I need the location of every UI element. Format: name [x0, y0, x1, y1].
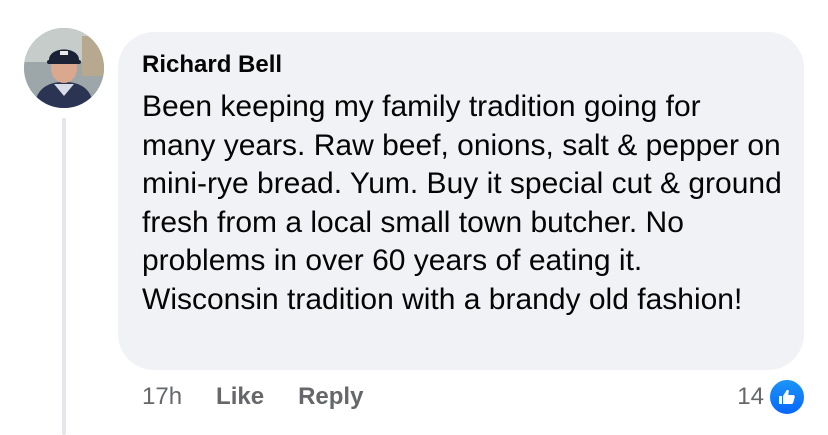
thread-line [62, 118, 66, 435]
like-button[interactable]: Like [216, 383, 264, 411]
comment-actions: 17h Like Reply [142, 380, 397, 414]
avatar[interactable] [24, 28, 104, 108]
reaction-summary[interactable]: 14 [737, 378, 806, 416]
comment-bubble: Richard Bell Been keeping my family trad… [118, 32, 804, 370]
comment-author[interactable]: Richard Bell [142, 50, 780, 80]
comment-text: Been keeping my family tradition going f… [142, 90, 782, 316]
reply-button[interactable]: Reply [298, 383, 363, 411]
comment-timestamp[interactable]: 17h [142, 383, 182, 411]
thumbs-up-icon [768, 378, 806, 416]
reaction-count: 14 [737, 383, 764, 410]
avatar-photo [24, 28, 104, 108]
